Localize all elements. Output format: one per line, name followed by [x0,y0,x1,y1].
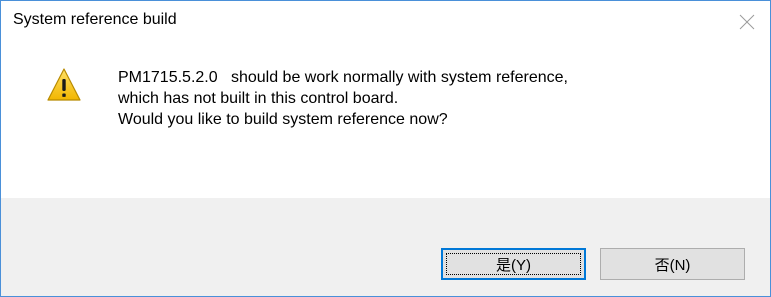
message-line: Would you like to build system reference… [118,111,448,128]
message-line: which has not built in this control boar… [118,90,399,107]
warning-icon [47,68,81,101]
dialog-title: System reference build [13,11,177,28]
close-button[interactable] [724,1,770,43]
no-button-label: 否(N) [654,256,691,274]
title-bar: System reference build [1,1,770,43]
button-bar: 是(Y) 否(N) [1,198,770,296]
no-button[interactable]: 否(N) [600,248,745,280]
message-line: PM1715.5.2.0 should be work normally wit… [118,69,568,86]
yes-button-label: 是(Y) [496,256,531,274]
dialog-message: PM1715.5.2.0 should be work normally wit… [118,67,568,130]
message-dialog: System reference build PM1715.5.2.0 shou… [0,0,771,297]
yes-button[interactable]: 是(Y) [441,248,586,280]
close-icon [739,14,755,30]
